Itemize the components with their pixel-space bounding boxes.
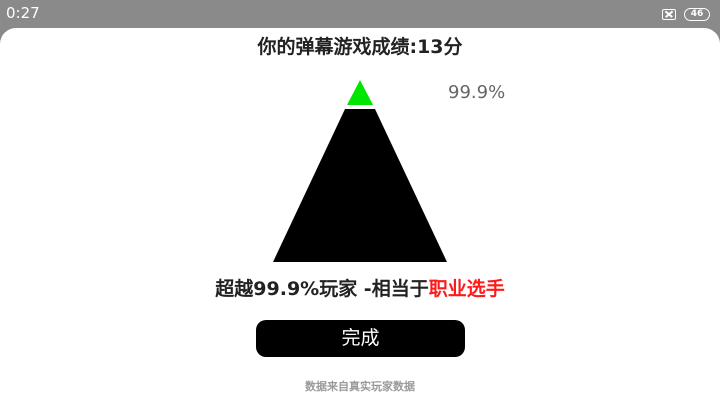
rank-pyramid-chart — [273, 80, 447, 262]
done-button[interactable]: 完成 — [256, 320, 465, 357]
battery-icon: 46 — [684, 7, 710, 21]
pyramid-base — [273, 109, 447, 262]
sim-card-x-icon — [662, 8, 676, 20]
data-source-note: 数据来自真实玩家数据 — [305, 380, 415, 393]
rank-prefix: 超越99.9%玩家 -相当于 — [215, 278, 429, 300]
rank-summary: 超越99.9%玩家 -相当于职业选手 — [0, 274, 720, 301]
status-icons: 46 — [662, 6, 710, 22]
score-title: 你的弹幕游戏成绩:13分 — [257, 36, 463, 58]
rank-level: 职业选手 — [428, 278, 505, 300]
percentile-label: 99.9% — [448, 82, 506, 103]
pyramid-tip — [347, 80, 373, 105]
status-time: 0:27 — [6, 4, 40, 22]
result-screen: 你的弹幕游戏成绩:13分 99.9% 超越99.9%玩家 -相当于职业选手 完成… — [0, 28, 720, 405]
status-bar: 0:27 46 — [0, 0, 720, 28]
